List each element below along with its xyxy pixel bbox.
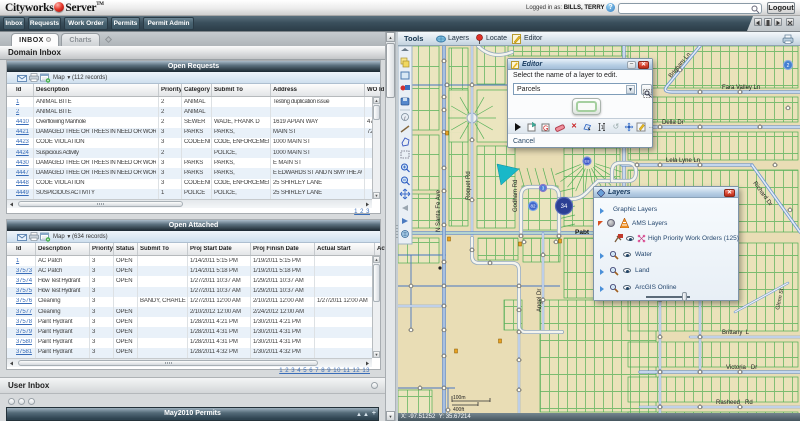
svg-text:400ft: 400ft	[453, 407, 465, 413]
svg-text:Lela Lyne Ln: Lela Lyne Ln	[666, 158, 700, 164]
svg-text:Della Dr: Della Dr	[662, 120, 684, 126]
svg-text:82: 82	[530, 204, 536, 209]
svg-text:N Santa Fe Ave: N Santa Fe Ave	[436, 189, 442, 232]
svg-text:Rasheed Rd: Rasheed Rd	[716, 400, 753, 406]
svg-text:34: 34	[561, 204, 568, 210]
svg-text:2: 2	[787, 63, 790, 69]
svg-text:Godham Rd: Godham Rd	[513, 180, 519, 212]
svg-text:Pabt: Pabt	[575, 229, 590, 236]
svg-text:Angel Dr: Angel Dr	[537, 289, 543, 312]
svg-text:Fara Valley Ln: Fara Valley Ln	[722, 85, 760, 91]
svg-text:E8: E8	[585, 158, 591, 163]
svg-text:Roquet Rd: Roquet Rd	[466, 171, 472, 200]
svg-text:100m: 100m	[453, 395, 466, 401]
svg-text:Victoria Dr: Victoria Dr	[726, 365, 757, 371]
svg-text:Brittany L: Brittany L	[722, 330, 750, 336]
svg-text:1: 1	[601, 125, 604, 131]
svg-text:G: G	[543, 126, 548, 133]
